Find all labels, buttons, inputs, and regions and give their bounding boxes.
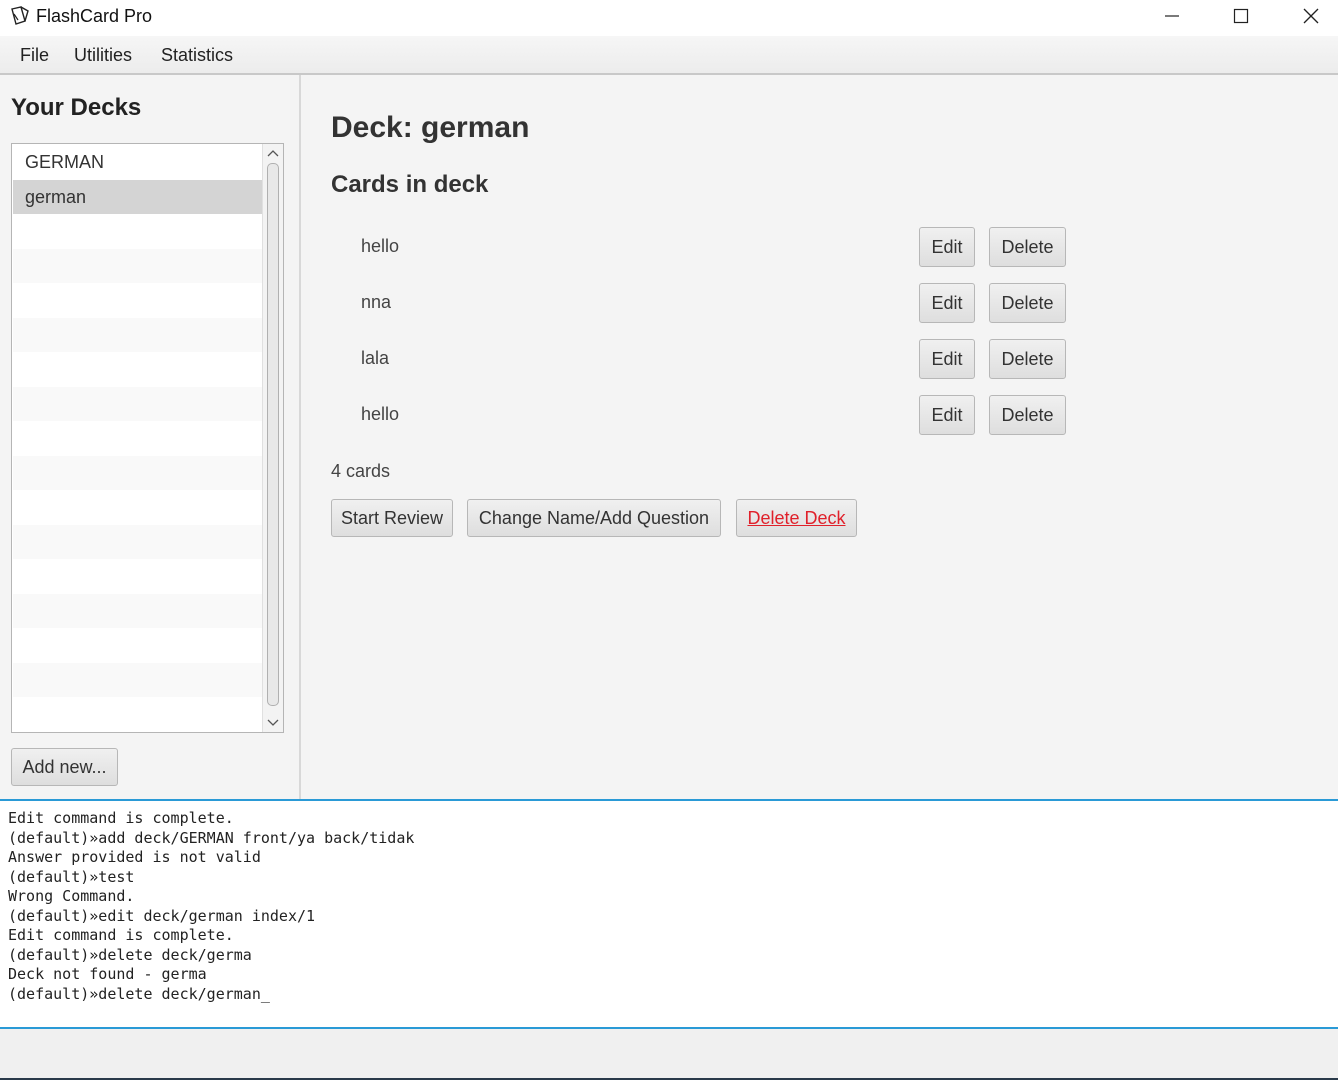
console-line: (default)»test xyxy=(8,867,135,886)
change-name-button[interactable]: Change Name/Add Question xyxy=(467,499,721,537)
minimize-icon[interactable] xyxy=(1149,0,1195,32)
list-empty-row xyxy=(13,593,262,628)
console-line: Wrong Command. xyxy=(8,887,135,905)
list-empty-row xyxy=(13,455,262,490)
list-empty-row xyxy=(13,248,262,283)
list-empty-row xyxy=(13,421,262,456)
delete-card-button[interactable]: Delete xyxy=(989,283,1066,323)
chevron-up-icon[interactable] xyxy=(263,144,283,162)
close-icon[interactable] xyxy=(1288,0,1334,32)
status-bar xyxy=(0,1029,1338,1080)
menu-statistics[interactable]: Statistics xyxy=(161,45,233,66)
console-output: Edit command is complete. (default)»add d… xyxy=(8,809,414,1004)
card-count: 4 cards xyxy=(331,461,391,481)
list-item: hello Edit Delete xyxy=(331,227,1071,267)
list-empty-row xyxy=(13,283,262,318)
menu-file[interactable]: File xyxy=(20,45,49,66)
edit-card-button[interactable]: Edit xyxy=(919,395,975,435)
console-line: Answer provided is not valid xyxy=(8,848,261,866)
list-empty-row xyxy=(13,490,262,525)
list-item: nna Edit Delete xyxy=(331,283,1071,323)
console-line: Edit command is complete. xyxy=(8,926,234,944)
list-empty-row xyxy=(13,662,262,697)
console-line: (default)»edit deck/german index/1 xyxy=(8,906,316,925)
menu-utilities[interactable]: Utilities xyxy=(74,45,132,66)
console-line: Deck not found - germa xyxy=(8,965,207,983)
add-new-button[interactable]: Add new... xyxy=(11,748,118,786)
card-front-text: hello xyxy=(361,404,400,424)
list-empty-row xyxy=(13,214,262,249)
command-console[interactable]: Edit command is complete. (default)»add d… xyxy=(0,799,1338,1029)
start-review-button[interactable]: Start Review xyxy=(331,499,453,537)
card-front-text: hello xyxy=(361,236,400,256)
console-line: (default)»delete deck/germa xyxy=(8,945,252,964)
list-empty-row xyxy=(13,386,262,421)
edit-card-button[interactable]: Edit xyxy=(919,227,975,267)
sidebar: Your Decks GERMAN german Add new... xyxy=(0,75,301,799)
list-empty-row xyxy=(13,559,262,594)
card-front-text: lala xyxy=(361,348,390,368)
deck-list[interactable]: GERMAN german xyxy=(11,143,284,733)
list-empty-row xyxy=(13,628,262,663)
deck-detail-pane: Deck: german Cards in deck hello Edit De… xyxy=(301,75,1338,799)
title-bar: FlashCard Pro xyxy=(0,0,1338,36)
console-line: Edit command is complete. xyxy=(8,809,234,827)
chevron-down-icon[interactable] xyxy=(263,714,283,732)
delete-card-button[interactable]: Delete xyxy=(989,395,1066,435)
list-empty-row xyxy=(13,524,262,559)
list-empty-row xyxy=(13,317,262,352)
deck-item-GERMAN[interactable]: GERMAN xyxy=(13,145,262,180)
sidebar-heading: Your Decks xyxy=(11,94,142,121)
delete-card-button[interactable]: Delete xyxy=(989,227,1066,267)
deck-item-german[interactable]: german xyxy=(13,179,262,214)
page-title: Deck: german xyxy=(331,111,530,144)
card-front-text: nna xyxy=(361,292,392,312)
list-item: lala Edit Delete xyxy=(331,339,1071,379)
delete-deck-button[interactable]: Delete Deck xyxy=(736,499,857,537)
window-title: FlashCard Pro xyxy=(36,6,153,26)
list-empty-row xyxy=(13,352,262,387)
edit-card-button[interactable]: Edit xyxy=(919,283,975,323)
console-line: (default)»add deck/GERMAN front/ya back/… xyxy=(8,828,415,847)
menu-bar: File Utilities Statistics xyxy=(0,36,1338,75)
cards-heading: Cards in deck xyxy=(331,171,489,198)
maximize-icon[interactable] xyxy=(1218,0,1264,32)
delete-card-button[interactable]: Delete xyxy=(989,339,1066,379)
cards-icon xyxy=(8,5,32,29)
edit-card-button[interactable]: Edit xyxy=(919,339,975,379)
list-empty-row xyxy=(13,697,262,732)
scroll-thumb[interactable] xyxy=(267,163,279,706)
list-item: hello Edit Delete xyxy=(331,395,1071,435)
deck-list-scrollbar[interactable] xyxy=(262,144,283,732)
console-input-line[interactable]: (default)»delete deck/german_ xyxy=(8,985,414,1005)
